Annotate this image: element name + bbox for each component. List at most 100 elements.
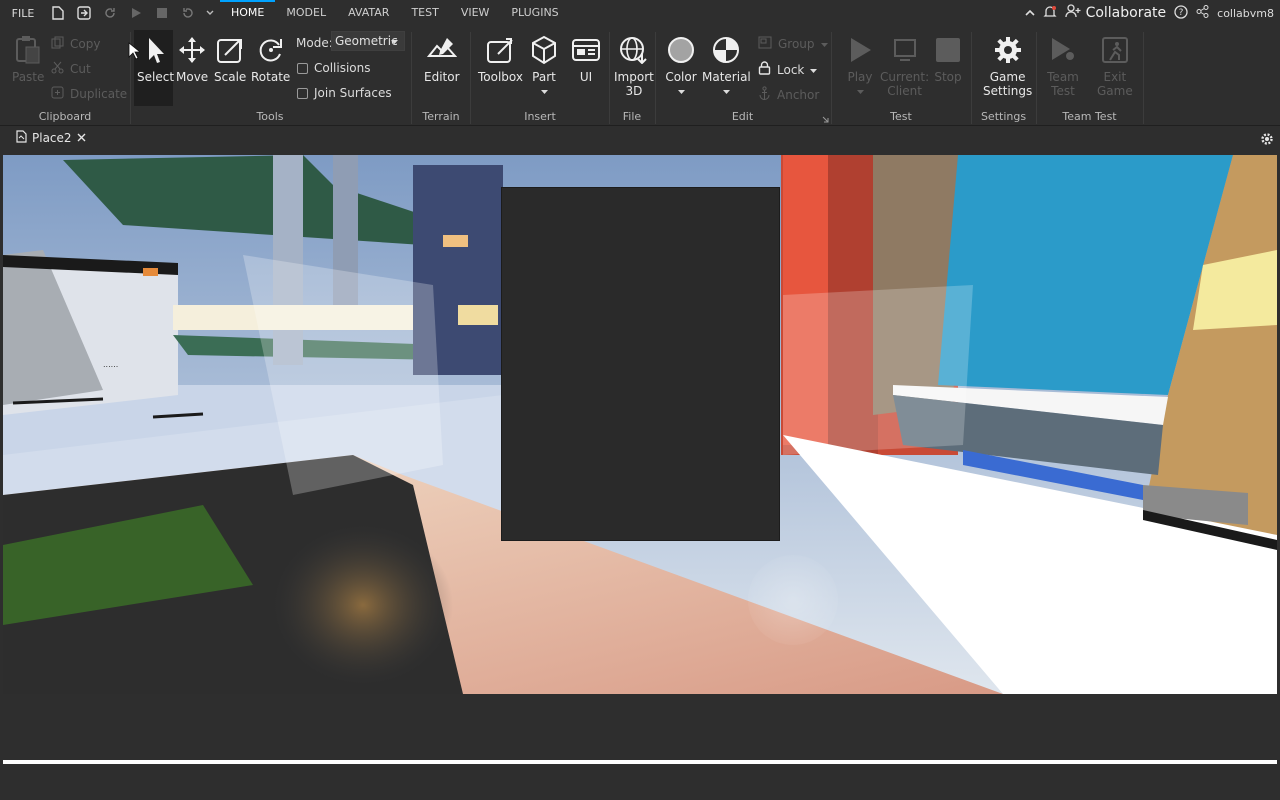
tab-avatar[interactable]: AVATAR (337, 0, 400, 26)
anchor-icon (758, 86, 771, 103)
ui-button[interactable]: UI (570, 34, 602, 84)
collaborate-button[interactable]: Collaborate (1064, 4, 1167, 22)
terrain-icon (426, 34, 458, 66)
team-test-group-label: Team Test (1062, 110, 1117, 123)
toolbox-button[interactable]: Toolbox (478, 34, 523, 84)
undo-icon[interactable] (180, 5, 196, 21)
3d-viewport[interactable]: ...... (3, 155, 1277, 694)
collisions-toggle[interactable]: Collisions (297, 61, 371, 75)
new-file-icon[interactable] (50, 5, 66, 21)
stop-icon[interactable] (154, 5, 170, 21)
mode-dropdown[interactable]: Geometric (331, 31, 405, 51)
join-surfaces-toggle[interactable]: Join Surfaces (297, 86, 392, 100)
copy-button[interactable]: Copy (51, 36, 100, 52)
group-button[interactable]: Group (758, 36, 828, 52)
import-3d-button[interactable]: Import 3D (614, 34, 654, 98)
rotate-icon (255, 34, 287, 66)
stop-button[interactable]: Stop (932, 34, 964, 84)
cursor-arrow-icon (140, 34, 172, 66)
svg-text:?: ? (1179, 8, 1184, 18)
copy-icon (51, 36, 64, 52)
file-group-label: File (622, 110, 642, 123)
group-icon (758, 36, 772, 52)
edit-group-label: Edit (731, 110, 754, 123)
duplicate-icon (51, 86, 64, 102)
publish-icon[interactable] (76, 5, 92, 21)
play-button[interactable]: Play (844, 34, 876, 98)
mouse-cursor-icon (128, 42, 142, 63)
play-icon[interactable] (128, 5, 144, 21)
paste-button[interactable]: Paste (12, 34, 44, 84)
collisions-checkbox[interactable] (297, 62, 308, 74)
tab-plugins[interactable]: PLUGINS (500, 0, 569, 26)
current-client-icon (889, 34, 921, 66)
clipboard-group-label: Clipboard (38, 110, 92, 123)
settings-group-label: Settings (980, 110, 1027, 123)
place-document-icon (16, 130, 27, 146)
move-tool-button[interactable]: Move (176, 34, 208, 84)
duplicate-button[interactable]: Duplicate (51, 86, 127, 102)
quick-access-toolbar (50, 5, 214, 21)
insert-group-label: Insert (524, 110, 556, 123)
test-group-label: Test (890, 110, 912, 123)
color-swatch-icon (665, 34, 697, 66)
notifications-icon[interactable] (1042, 5, 1057, 22)
chevron-down-icon (856, 84, 864, 98)
team-test-icon (1047, 34, 1079, 66)
username-label[interactable]: collabvm8 (1217, 7, 1274, 20)
terrain-editor-button[interactable]: Editor (424, 34, 460, 84)
home-ribbon: Paste Copy Cut Duplicate Clipboard Selec… (0, 26, 1280, 126)
help-icon[interactable]: ? (1174, 4, 1188, 22)
customize-chevron-icon[interactable] (206, 5, 214, 21)
collapse-ribbon-icon[interactable] (1024, 6, 1035, 20)
share-icon[interactable] (1196, 5, 1209, 21)
divider (1143, 32, 1144, 124)
globe-import-icon (618, 34, 650, 66)
ui-window-icon (570, 34, 602, 66)
exit-game-button[interactable]: Exit Game (1097, 34, 1133, 98)
file-menu[interactable]: FILE (0, 7, 46, 20)
material-sphere-icon (710, 34, 742, 66)
title-bar: FILE HOME MODEL AVATAR TEST VIEW PLUGINS (0, 0, 1280, 26)
tab-model[interactable]: MODEL (275, 0, 337, 26)
collaborate-label: Collaborate (1085, 5, 1167, 21)
select-tool-button[interactable]: Select (137, 34, 174, 84)
color-button[interactable]: Color (665, 34, 697, 98)
part-button[interactable]: Part (528, 34, 560, 98)
tab-view[interactable]: VIEW (450, 0, 501, 26)
dark-overlay-panel (501, 187, 780, 541)
join-surfaces-checkbox[interactable] (297, 87, 308, 99)
settings-gear-icon[interactable] (1260, 132, 1274, 149)
tab-home[interactable]: HOME (220, 0, 275, 26)
exit-game-icon (1099, 34, 1131, 66)
anchor-button[interactable]: Anchor (758, 86, 819, 103)
cube-icon (528, 34, 560, 66)
material-button[interactable]: Material (702, 34, 751, 98)
ribbon-tabs: HOME MODEL AVATAR TEST VIEW PLUGINS (220, 0, 570, 26)
mode-label: Mode: (296, 36, 333, 50)
top-right-controls: Collaborate ? collabvm8 (1024, 0, 1280, 26)
add-user-icon (1064, 4, 1081, 22)
svg-text:......: ...... (103, 360, 118, 369)
tools-group-label: Tools (256, 110, 284, 123)
document-tab-place2[interactable]: Place2 (6, 127, 88, 151)
team-test-button[interactable]: Team Test (1047, 34, 1079, 98)
tab-test[interactable]: TEST (400, 0, 449, 26)
scissors-icon (51, 61, 64, 77)
play-icon (844, 34, 876, 66)
chevron-down-icon (820, 37, 828, 51)
rotate-tool-button[interactable]: Rotate (251, 34, 290, 84)
close-tab-icon[interactable] (77, 131, 86, 145)
chevron-down-icon (722, 84, 730, 98)
move-arrows-icon (176, 34, 208, 66)
output-panel (0, 694, 1280, 800)
game-settings-button[interactable]: Game Settings (983, 34, 1032, 98)
cut-button[interactable]: Cut (51, 61, 91, 77)
document-tab-bar: Place2 (0, 127, 1280, 153)
current-client-button[interactable]: Current: Client (880, 34, 929, 98)
lock-button[interactable]: Lock (758, 61, 818, 78)
redo-icon[interactable] (102, 5, 118, 21)
gear-icon (992, 34, 1024, 66)
scale-tool-button[interactable]: Scale (214, 34, 246, 84)
chevron-down-icon (810, 63, 818, 77)
